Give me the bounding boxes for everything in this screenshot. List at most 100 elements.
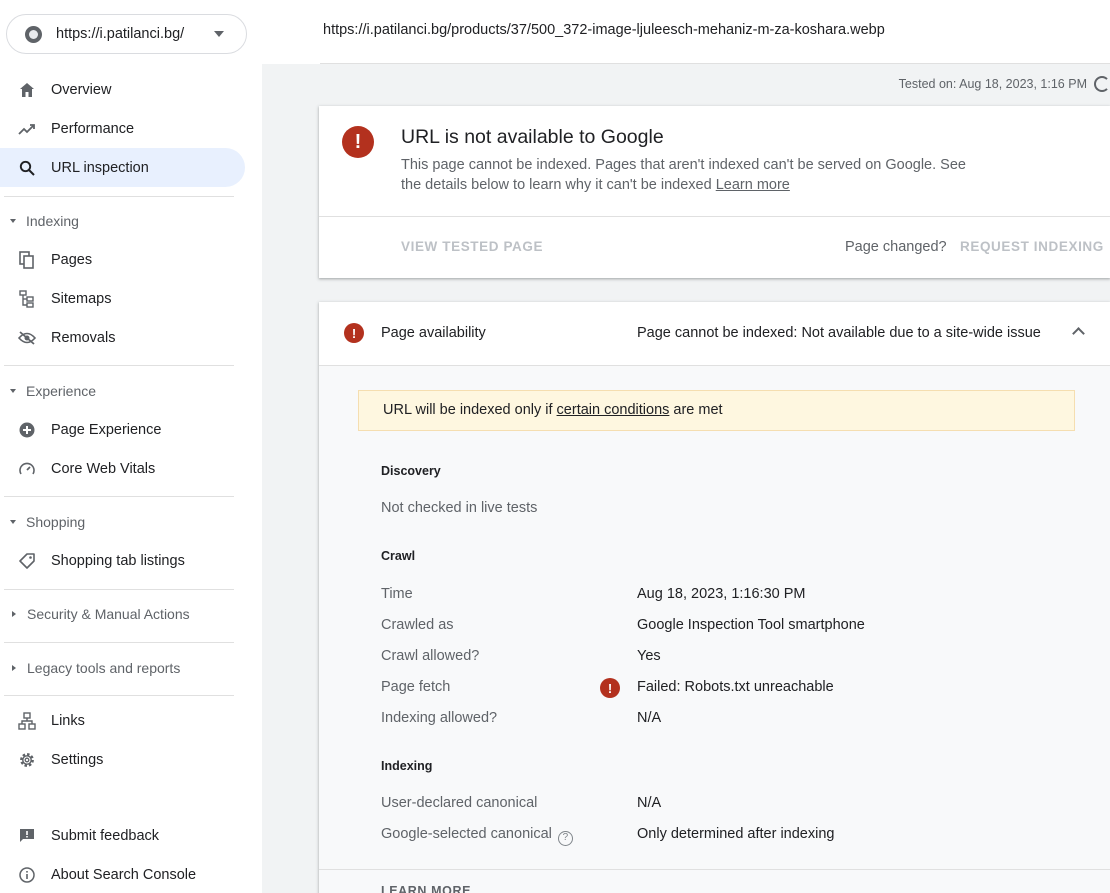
sidebar-item-label: Submit feedback xyxy=(51,827,160,844)
time-label: Time xyxy=(381,586,413,602)
sidebar-item-label: Page Experience xyxy=(51,421,162,438)
section-indexing[interactable]: Indexing xyxy=(0,206,245,236)
section-security[interactable]: Security & Manual Actions xyxy=(0,599,245,629)
availability-details: URL will be indexed only if certain cond… xyxy=(319,365,1110,893)
note-text: URL will be indexed only if xyxy=(383,402,557,418)
expand-icon xyxy=(10,389,16,393)
section-legacy[interactable]: Legacy tools and reports xyxy=(0,653,245,683)
indexing-allowed-label: Indexing allowed? xyxy=(381,710,498,726)
chevron-up-icon[interactable] xyxy=(1072,327,1085,340)
expand-icon xyxy=(10,520,16,524)
learn-more-link[interactable]: Learn more xyxy=(716,177,790,193)
page-fetch-label: Page fetch xyxy=(381,679,451,695)
indexing-heading: Indexing xyxy=(381,759,433,773)
divider xyxy=(320,63,1110,64)
tested-on-timestamp: Tested on: Aug 18, 2023, 1:16 PM xyxy=(898,77,1087,91)
status-card: ! URL is not available to Google This pa… xyxy=(319,106,1110,278)
certain-conditions-link[interactable]: certain conditions xyxy=(557,402,670,418)
section-experience[interactable]: Experience xyxy=(0,376,245,406)
crawled-as-label: Crawled as xyxy=(381,617,454,633)
sidebar-item-label: URL inspection xyxy=(51,159,149,176)
sidebar-item-links[interactable]: Links xyxy=(0,701,245,740)
google-canonical-label-text: Google-selected canonical xyxy=(381,826,552,842)
sidebar-item-settings[interactable]: Settings xyxy=(0,740,245,779)
sidebar-item-label: Links xyxy=(51,712,85,729)
crawl-allowed-label: Crawl allowed? xyxy=(381,648,480,664)
crawled-as-value: Google Inspection Tool smartphone xyxy=(637,617,865,633)
section-label: Legacy tools and reports xyxy=(27,660,181,676)
page-availability-card: ! Page availability Page cannot be index… xyxy=(319,302,1110,893)
sidebar-item-sitemaps[interactable]: Sitemaps xyxy=(0,279,245,318)
collapse-icon xyxy=(12,665,16,671)
error-icon: ! xyxy=(342,126,374,158)
indexing-allowed-value: N/A xyxy=(637,710,662,726)
inspected-url: https://i.patilanci.bg/products/37/500_3… xyxy=(323,22,885,38)
discovery-text: Not checked in live tests xyxy=(381,500,538,516)
sidebar-item-overview[interactable]: Overview xyxy=(0,70,245,109)
divider xyxy=(319,216,1110,217)
status-description: This page cannot be indexed. Pages that … xyxy=(401,155,981,195)
sidebar-item-pages[interactable]: Pages xyxy=(0,240,245,279)
status-description-text: This page cannot be indexed. Pages that … xyxy=(401,157,966,193)
info-icon xyxy=(18,866,36,884)
sidebar-item-label: Performance xyxy=(51,120,135,137)
sidebar-item-label: Pages xyxy=(51,251,93,268)
add-circle-icon xyxy=(18,421,36,439)
sidebar-item-removals[interactable]: Removals xyxy=(0,318,245,357)
error-icon: ! xyxy=(344,323,364,343)
sidebar-item-core-web-vitals[interactable]: Core Web Vitals xyxy=(0,449,245,488)
sidebar-item-label: Settings xyxy=(51,751,104,768)
globe-icon xyxy=(25,25,42,43)
request-indexing-button[interactable]: REQUEST INDEXING xyxy=(960,239,1104,254)
section-label: Security & Manual Actions xyxy=(27,606,190,622)
section-label: Experience xyxy=(26,383,97,399)
conditions-note: URL will be indexed only if certain cond… xyxy=(358,390,1075,431)
time-value: Aug 18, 2023, 1:16:30 PM xyxy=(637,586,806,602)
page-availability-label: Page availability xyxy=(381,325,486,341)
collapse-icon xyxy=(12,611,16,617)
sidebar-item-label: About Search Console xyxy=(51,866,197,883)
crawl-allowed-value: Yes xyxy=(637,648,661,664)
sidebar: https://i.patilanci.bg/ Overview Perform… xyxy=(0,0,262,893)
property-url: https://i.patilanci.bg/ xyxy=(56,26,185,42)
sidebar-item-label: Sitemaps xyxy=(51,290,112,307)
divider xyxy=(319,869,1110,870)
error-icon: ! xyxy=(600,678,620,698)
crawl-heading: Crawl xyxy=(381,549,416,563)
tag-icon xyxy=(18,552,36,570)
divider xyxy=(4,589,234,590)
divider xyxy=(4,496,234,497)
divider xyxy=(4,365,234,366)
home-icon xyxy=(18,81,36,99)
section-shopping[interactable]: Shopping xyxy=(0,507,245,537)
note-text: are met xyxy=(669,402,723,418)
divider xyxy=(4,642,234,643)
sidebar-item-label: Overview xyxy=(51,81,112,98)
sidebar-item-label: Removals xyxy=(51,329,116,346)
view-tested-page-button[interactable]: VIEW TESTED PAGE xyxy=(401,239,543,254)
page-changed-label: Page changed? xyxy=(845,239,947,255)
gear-icon xyxy=(18,751,36,769)
status-title: URL is not available to Google xyxy=(401,126,664,148)
section-label: Shopping xyxy=(26,514,86,530)
property-selector[interactable]: https://i.patilanci.bg/ xyxy=(6,14,247,54)
trending-up-icon xyxy=(18,120,36,138)
chevron-down-icon xyxy=(214,31,224,37)
help-icon[interactable]: ? xyxy=(557,831,573,846)
feedback-icon xyxy=(18,827,36,845)
learn-more-button[interactable]: LEARN MORE xyxy=(381,884,471,893)
divider xyxy=(4,196,234,197)
sidebar-item-url-inspection[interactable]: URL inspection xyxy=(0,148,245,187)
user-canonical-value: N/A xyxy=(637,795,662,811)
sidebar-item-page-experience[interactable]: Page Experience xyxy=(0,410,245,449)
refresh-icon[interactable] xyxy=(1094,76,1110,92)
sidebar-item-shopping-tab-listings[interactable]: Shopping tab listings xyxy=(0,541,245,580)
sidebar-item-submit-feedback[interactable]: Submit feedback xyxy=(0,816,245,855)
sidebar-item-label: Core Web Vitals xyxy=(51,460,156,477)
links-icon xyxy=(18,711,36,730)
sidebar-item-performance[interactable]: Performance xyxy=(0,109,245,148)
page-availability-header[interactable]: ! Page availability Page cannot be index… xyxy=(319,302,1110,365)
sidebar-item-about[interactable]: About Search Console xyxy=(0,855,245,893)
speed-icon xyxy=(18,460,36,478)
sitemap-icon xyxy=(18,289,36,308)
